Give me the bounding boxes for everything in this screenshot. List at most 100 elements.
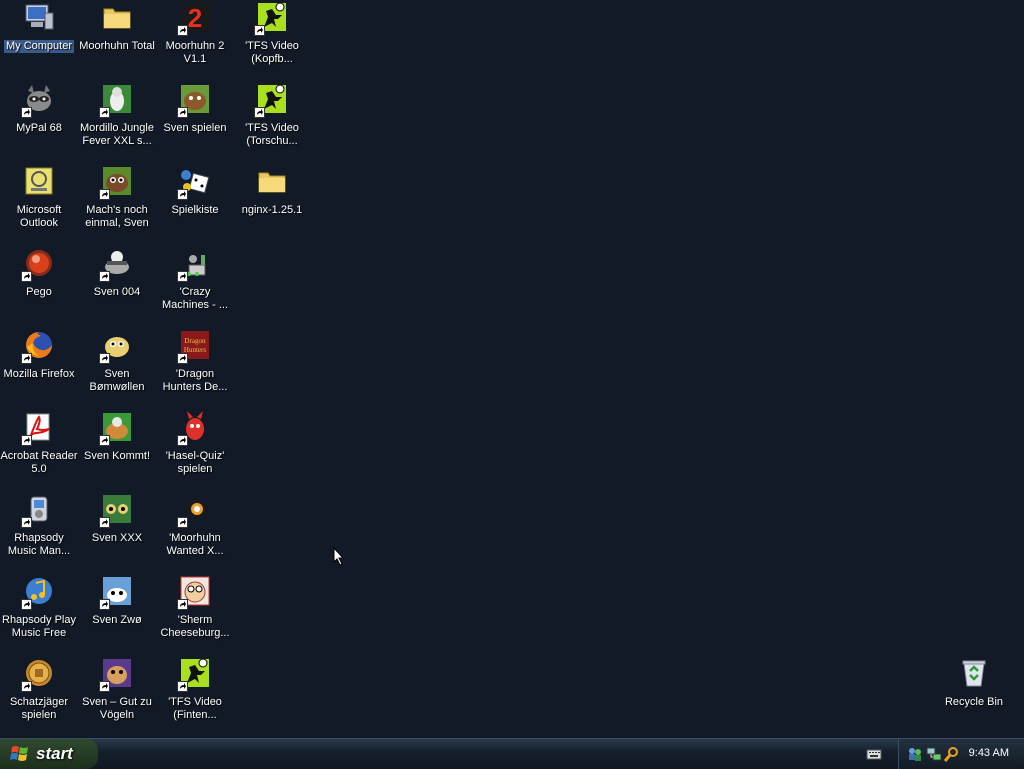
desktop-icon[interactable]: Sven XXX [78, 493, 156, 573]
desktop-icon[interactable]: Moorhuhn Total [78, 1, 156, 81]
desktop-icon-label: Sven Bømwøllen [89, 368, 145, 393]
moorhuhn-wanted-icon [177, 493, 211, 528]
windows-logo-icon [10, 746, 28, 761]
desktop-icon-label: Mozilla Firefox [3, 368, 75, 380]
desktop-icon[interactable]: Sven – Gut zu Vögeln [78, 657, 156, 737]
network-icon[interactable] [926, 746, 942, 762]
desktop-icon[interactable]: Sven Bømwøllen [78, 329, 156, 409]
desktop-icon-label: Rhapsody Play Music Free [2, 614, 76, 639]
desktop-icon-label: Sven spielen [163, 122, 227, 134]
desktop-icon-label: My Computer [3, 40, 75, 53]
shortcut-arrow-icon [177, 353, 188, 364]
desktop-icon[interactable]: Spielkiste [156, 165, 234, 245]
raccoon-icon [21, 83, 55, 118]
shortcut-arrow-icon [21, 681, 32, 692]
desktop-icon[interactable]: Rhapsody Music Man... [0, 493, 78, 573]
shortcut-arrow-icon [177, 25, 188, 36]
desktop-icon-label: Mordillo Jungle Fever XXL s... [80, 122, 154, 147]
start-button[interactable]: start [0, 739, 98, 769]
shortcut-arrow-icon [99, 599, 110, 610]
dragon-hunters-icon: Dragon Hunters [177, 329, 211, 364]
desktop-icon[interactable]: Dragon Hunters 'Dragon Hunters De... [156, 329, 234, 409]
recycle-bin-icon [958, 657, 990, 689]
clock[interactable]: 9:43 AM [969, 747, 1009, 759]
desktop-icon[interactable]: nginx-1.25.1 [233, 165, 311, 245]
network-users-icon[interactable] [907, 746, 923, 762]
desktop-icon[interactable]: 'TFS Video (Finten... [156, 657, 234, 737]
desktop-icon[interactable]: Pego [0, 247, 78, 327]
sven-sheep-icon [99, 329, 133, 364]
desktop-icon-label: Sven XXX [91, 532, 143, 544]
shortcut-arrow-icon [254, 107, 265, 118]
shortcut-arrow-icon [21, 435, 32, 446]
desktop-icon-label: Recycle Bin [944, 696, 1004, 708]
coin-icon [21, 657, 55, 692]
desktop-icon[interactable]: Recycle Bin [935, 657, 1013, 737]
desktop-icon[interactable]: Mozilla Firefox [0, 329, 78, 409]
desktop-icon[interactable]: Mordillo Jungle Fever XXL s... [78, 83, 156, 163]
system-tray: 9:43 AM [898, 739, 1024, 769]
sherm-icon [177, 575, 211, 610]
desktop-icon-label: MyPal 68 [16, 122, 62, 134]
desktop-icon-label: Sven Zwø [92, 614, 142, 626]
desktop-icon-label: Moorhuhn Total [79, 40, 155, 52]
tfs-video-icon [254, 83, 288, 118]
desktop-icon[interactable]: Acrobat Reader 5.0 [0, 411, 78, 491]
keyboard-icon[interactable] [866, 747, 882, 761]
desktop-icon-label: 'TFS Video (Kopfb... [245, 40, 299, 65]
desktop-icon[interactable]: 'Hasel-Quiz' spielen [156, 411, 234, 491]
desktop-icon[interactable]: MyPal 68 [0, 83, 78, 163]
desktop-icon[interactable]: 'TFS Video (Kopfb... [233, 1, 311, 81]
game-green-icon [99, 83, 133, 118]
desktop-icon-label: nginx-1.25.1 [241, 204, 303, 216]
shortcut-arrow-icon [177, 435, 188, 446]
sven-zwo-icon [99, 575, 133, 610]
desktop: My Computer MyPal 68 Microsoft Outlook Pego… [0, 0, 1024, 738]
search-icon[interactable] [944, 746, 960, 762]
desktop-icon[interactable]: Sven Zwø [78, 575, 156, 655]
desktop-icon[interactable]: Microsoft Outlook [0, 165, 78, 245]
desktop-icon[interactable]: 'Crazy Machines - ... [156, 247, 234, 327]
tfs-video-icon [177, 657, 211, 692]
desktop-icon[interactable]: 'TFS Video (Torschu... [233, 83, 311, 163]
shortcut-arrow-icon [177, 517, 188, 528]
desktop-icon[interactable]: 'Sherm Cheeseburg... [156, 575, 234, 655]
desktop-icon[interactable]: Sven 004 [78, 247, 156, 327]
desktop-icon-label: 'Sherm Cheeseburg... [160, 614, 230, 639]
desktop-icon[interactable]: Sven Kommt! [78, 411, 156, 491]
shortcut-arrow-icon [21, 353, 32, 364]
desktop-icon[interactable]: My Computer [0, 1, 78, 81]
desktop-icon[interactable]: Mach's noch einmal, Sven [78, 165, 156, 245]
folder-icon [256, 165, 288, 197]
desktop-icon-label: Pego [26, 286, 52, 298]
desktop-icon[interactable]: Rhapsody Play Music Free [0, 575, 78, 655]
shortcut-arrow-icon [21, 599, 32, 610]
desktop-icon-label: Moorhuhn 2 V1.1 [165, 40, 225, 65]
shortcut-arrow-icon [21, 517, 32, 528]
sven-xxx-icon [99, 493, 133, 528]
sven-play-icon [177, 83, 211, 118]
start-label: start [36, 744, 73, 763]
shortcut-arrow-icon [177, 189, 188, 200]
shortcut-arrow-icon [21, 271, 32, 282]
desktop-icon[interactable]: 'Moorhuhn Wanted X... [156, 493, 234, 573]
desktop-icon-label: Acrobat Reader 5.0 [0, 450, 78, 475]
sven-004-icon [99, 247, 133, 282]
shortcut-arrow-icon [99, 681, 110, 692]
hasel-quiz-icon [177, 411, 211, 446]
shortcut-arrow-icon [177, 599, 188, 610]
desktop-icon-label: 'TFS Video (Torschu... [245, 122, 299, 147]
desktop-icon-label: 'Crazy Machines - ... [161, 286, 229, 311]
desktop-icon-label: 'Moorhuhn Wanted X... [166, 532, 224, 557]
desktop-icon[interactable]: Schatzjäger spielen [0, 657, 78, 737]
desktop-icon-label: Schatzjäger spielen [9, 696, 69, 721]
rhapsody-icon [21, 493, 55, 528]
desktop-icon-label: 'Hasel-Quiz' spielen [165, 450, 225, 475]
shortcut-arrow-icon [177, 107, 188, 118]
sven-gut-icon [99, 657, 133, 692]
desktop-icon[interactable]: Sven spielen [156, 83, 234, 163]
acrobat-icon [21, 411, 55, 446]
svg-text:Dragon: Dragon [185, 337, 206, 345]
desktop-icon[interactable]: 2 Moorhuhn 2 V1.1 [156, 1, 234, 81]
desktop-icon-label: 'Dragon Hunters De... [162, 368, 228, 393]
